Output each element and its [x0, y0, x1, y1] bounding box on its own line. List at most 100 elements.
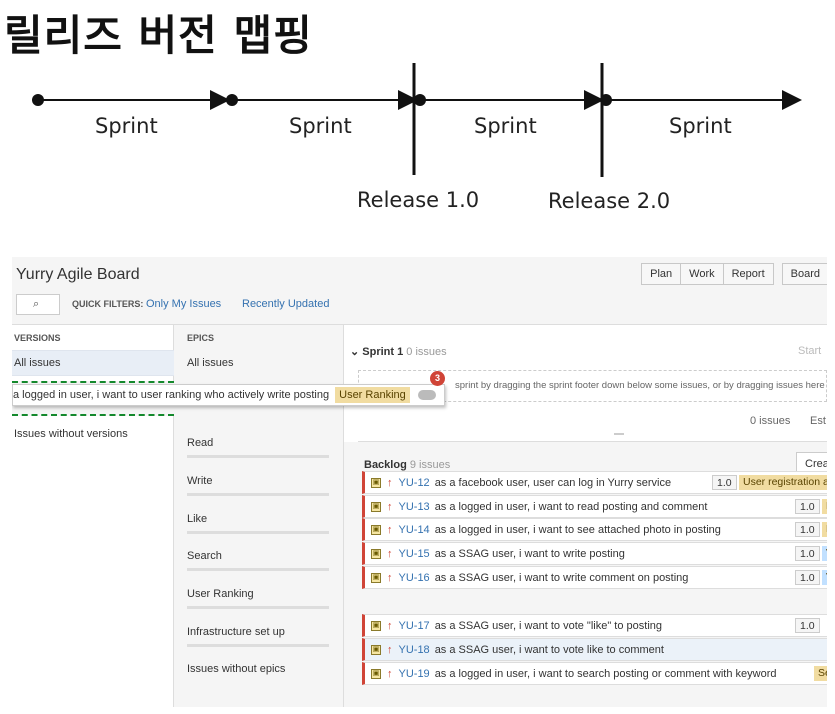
sprint-name: Sprint 1 — [362, 346, 404, 358]
issue-key[interactable]: YU-12 — [399, 477, 430, 489]
sprint-issue-count: 0 issues — [406, 346, 447, 358]
quick-filter-only-my-issues[interactable]: Only My Issues — [146, 298, 221, 310]
release-label-2: Release 2.0 — [548, 189, 670, 213]
backlog-issue-row[interactable]: ▣ ↑ YU-16 as a SSAG user, i want to write c… — [362, 566, 827, 589]
issue-epic-label: R — [822, 499, 827, 514]
epic-item-user-ranking[interactable]: User Ranking — [187, 588, 254, 600]
issue-key[interactable]: YU-19 — [399, 668, 430, 680]
timeline-node-start — [32, 94, 44, 106]
backlog-header: Backlog 9 issues — [364, 459, 450, 471]
issue-key[interactable]: YU-18 — [399, 644, 430, 656]
issue-version-badge: 1.0 — [795, 499, 820, 514]
sprint-footer-estimate: Est — [810, 415, 826, 427]
dragged-issue-epic-label: User Ranking — [335, 387, 410, 403]
story-icon: ▣ — [371, 668, 381, 679]
backlog-issue-row[interactable]: ▣ ↑ YU-12 as a facebook user, user can log … — [362, 471, 827, 494]
story-icon: ▣ — [371, 524, 381, 535]
tab-work[interactable]: Work — [680, 263, 724, 285]
issue-summary: as a SSAG user, i want to vote "like" to… — [434, 619, 663, 632]
issue-summary: as a SSAG user, i want to vote like to c… — [434, 643, 664, 656]
issue-summary: as a facebook user, user can log in Yurr… — [434, 476, 672, 489]
versions-header: VERSIONS — [14, 333, 61, 343]
issue-epic-label: R — [822, 522, 827, 537]
timeline-node-3 — [414, 94, 426, 106]
story-icon: ▣ — [371, 501, 381, 512]
sprint-header[interactable]: ⌄ Sprint 1 0 issues — [350, 345, 447, 358]
backlog-issue-row[interactable]: ▣ ↑ YU-17 as a SSAG user, i want to vote "l… — [362, 614, 827, 637]
priority-up-arrow-icon: ↑ — [387, 571, 393, 584]
sprint-label-1: Sprint — [95, 114, 158, 138]
epic-item-without-epics[interactable]: Issues without epics — [187, 663, 285, 675]
board-button[interactable]: Board — [781, 263, 827, 285]
tab-plan[interactable]: Plan — [641, 263, 682, 285]
issue-key[interactable]: YU-17 — [399, 620, 430, 632]
issue-summary: as a SSAG user, i want to write comment … — [434, 571, 689, 584]
priority-up-arrow-icon: ↑ — [387, 500, 393, 513]
epic-item-search[interactable]: Search — [187, 550, 222, 562]
issue-summary: as a logged in user, i want to search po… — [434, 667, 777, 680]
issue-version-badge: 1.0 — [795, 522, 820, 537]
backlog-section: Backlog 9 issues Crea ▣ ↑ YU-12 as a facebo… — [344, 442, 827, 707]
issue-version-badge: 1.0 — [795, 546, 820, 561]
backlog-issue-row[interactable]: ▣ ↑ YU-13 as a logged in user, i want to re… — [362, 495, 827, 518]
issue-key[interactable]: YU-15 — [399, 548, 430, 560]
backlog-issue-row[interactable]: ▣ ↑ YU-19 as a logged in user, i want to se… — [362, 662, 827, 685]
dragged-issue-summary: a logged in user, i want to user ranking… — [13, 389, 330, 401]
tab-report[interactable]: Report — [722, 263, 774, 285]
dragged-issue-card[interactable]: a logged in user, i want to user ranking… — [12, 384, 445, 406]
issue-epic-label: V — [822, 570, 827, 585]
page-title: 릴리즈 버전 맵핑 — [4, 11, 313, 60]
epic-item-read[interactable]: Read — [187, 437, 213, 449]
plan-main-area: ⌄ Sprint 1 0 issues Start sprint by drag… — [344, 325, 827, 707]
drag-handle[interactable] — [614, 433, 624, 435]
start-sprint-button[interactable]: Start — [798, 345, 821, 357]
search-input[interactable]: ⌕ — [16, 294, 60, 315]
epic-progress-infrastructure — [187, 644, 329, 647]
issue-summary: as a logged in user, i want to see attac… — [434, 523, 721, 536]
story-icon: ▣ — [371, 477, 381, 488]
epic-item-like[interactable]: Like — [187, 513, 207, 525]
dragged-issue-toggle — [417, 390, 436, 400]
view-tabs: Plan Work Report Board — [641, 263, 827, 285]
quick-filter-recently-updated[interactable]: Recently Updated — [242, 298, 329, 310]
issue-version-badge: 1.0 — [795, 618, 820, 633]
backlog-issue-row[interactable]: ▣ ↑ YU-14 as a logged in user, i want to se… — [362, 518, 827, 541]
issue-epic-label: V — [822, 546, 827, 561]
backlog-name: Backlog — [364, 459, 407, 471]
epics-panel: EPICS All issues in Read Write Like Sear… — [174, 325, 344, 707]
issue-key[interactable]: YU-13 — [399, 501, 430, 513]
issue-version-badge: 1.0 — [712, 475, 737, 490]
timeline-node-2 — [226, 94, 238, 106]
epic-progress-write — [187, 493, 329, 496]
sprint-footer-count: 0 issues — [750, 415, 791, 427]
epic-item-infrastructure[interactable]: Infrastructure set up — [187, 626, 285, 638]
backlog-issue-count: 9 issues — [409, 459, 451, 471]
quick-filters-label: QUICK FILTERS: — [72, 299, 144, 309]
search-icon: ⌕ — [33, 298, 40, 310]
sprint-footer[interactable]: 0 issues Est — [358, 402, 827, 442]
priority-up-arrow-icon: ↑ — [387, 643, 393, 656]
release-label-1: Release 1.0 — [357, 188, 479, 212]
story-icon: ▣ — [371, 548, 381, 559]
epics-header: EPICS — [187, 333, 215, 343]
issue-key[interactable]: YU-16 — [399, 572, 430, 584]
epic-progress-read — [187, 455, 329, 458]
epic-progress-user-ranking — [187, 606, 329, 609]
issue-key[interactable]: YU-14 — [399, 524, 430, 536]
sprint-label-3: Sprint — [474, 114, 537, 138]
epic-item-write[interactable]: Write — [187, 475, 212, 487]
priority-up-arrow-icon: ↑ — [387, 523, 393, 536]
story-icon: ▣ — [371, 620, 381, 631]
versions-all-issues[interactable]: All issues — [14, 357, 60, 369]
epics-all-issues[interactable]: All issues — [187, 357, 233, 369]
issue-epic-label: User registration a — [739, 475, 827, 490]
backlog-issue-row[interactable]: ▣ ↑ YU-18 as a SSAG user, i want to vote li… — [362, 638, 827, 661]
backlog-issue-row[interactable]: ▣ ↑ YU-15 as a SSAG user, i want to write p… — [362, 542, 827, 565]
priority-up-arrow-icon: ↑ — [387, 547, 393, 560]
epic-progress-like — [187, 531, 329, 534]
issues-without-versions[interactable]: Issues without versions — [14, 428, 128, 440]
sprint-label-4: Sprint — [669, 114, 732, 138]
drag-count-badge: 3 — [430, 371, 445, 386]
priority-up-arrow-icon: ↑ — [387, 476, 393, 489]
board-header: Yurry Agile Board Plan Work Report Board… — [12, 257, 827, 325]
